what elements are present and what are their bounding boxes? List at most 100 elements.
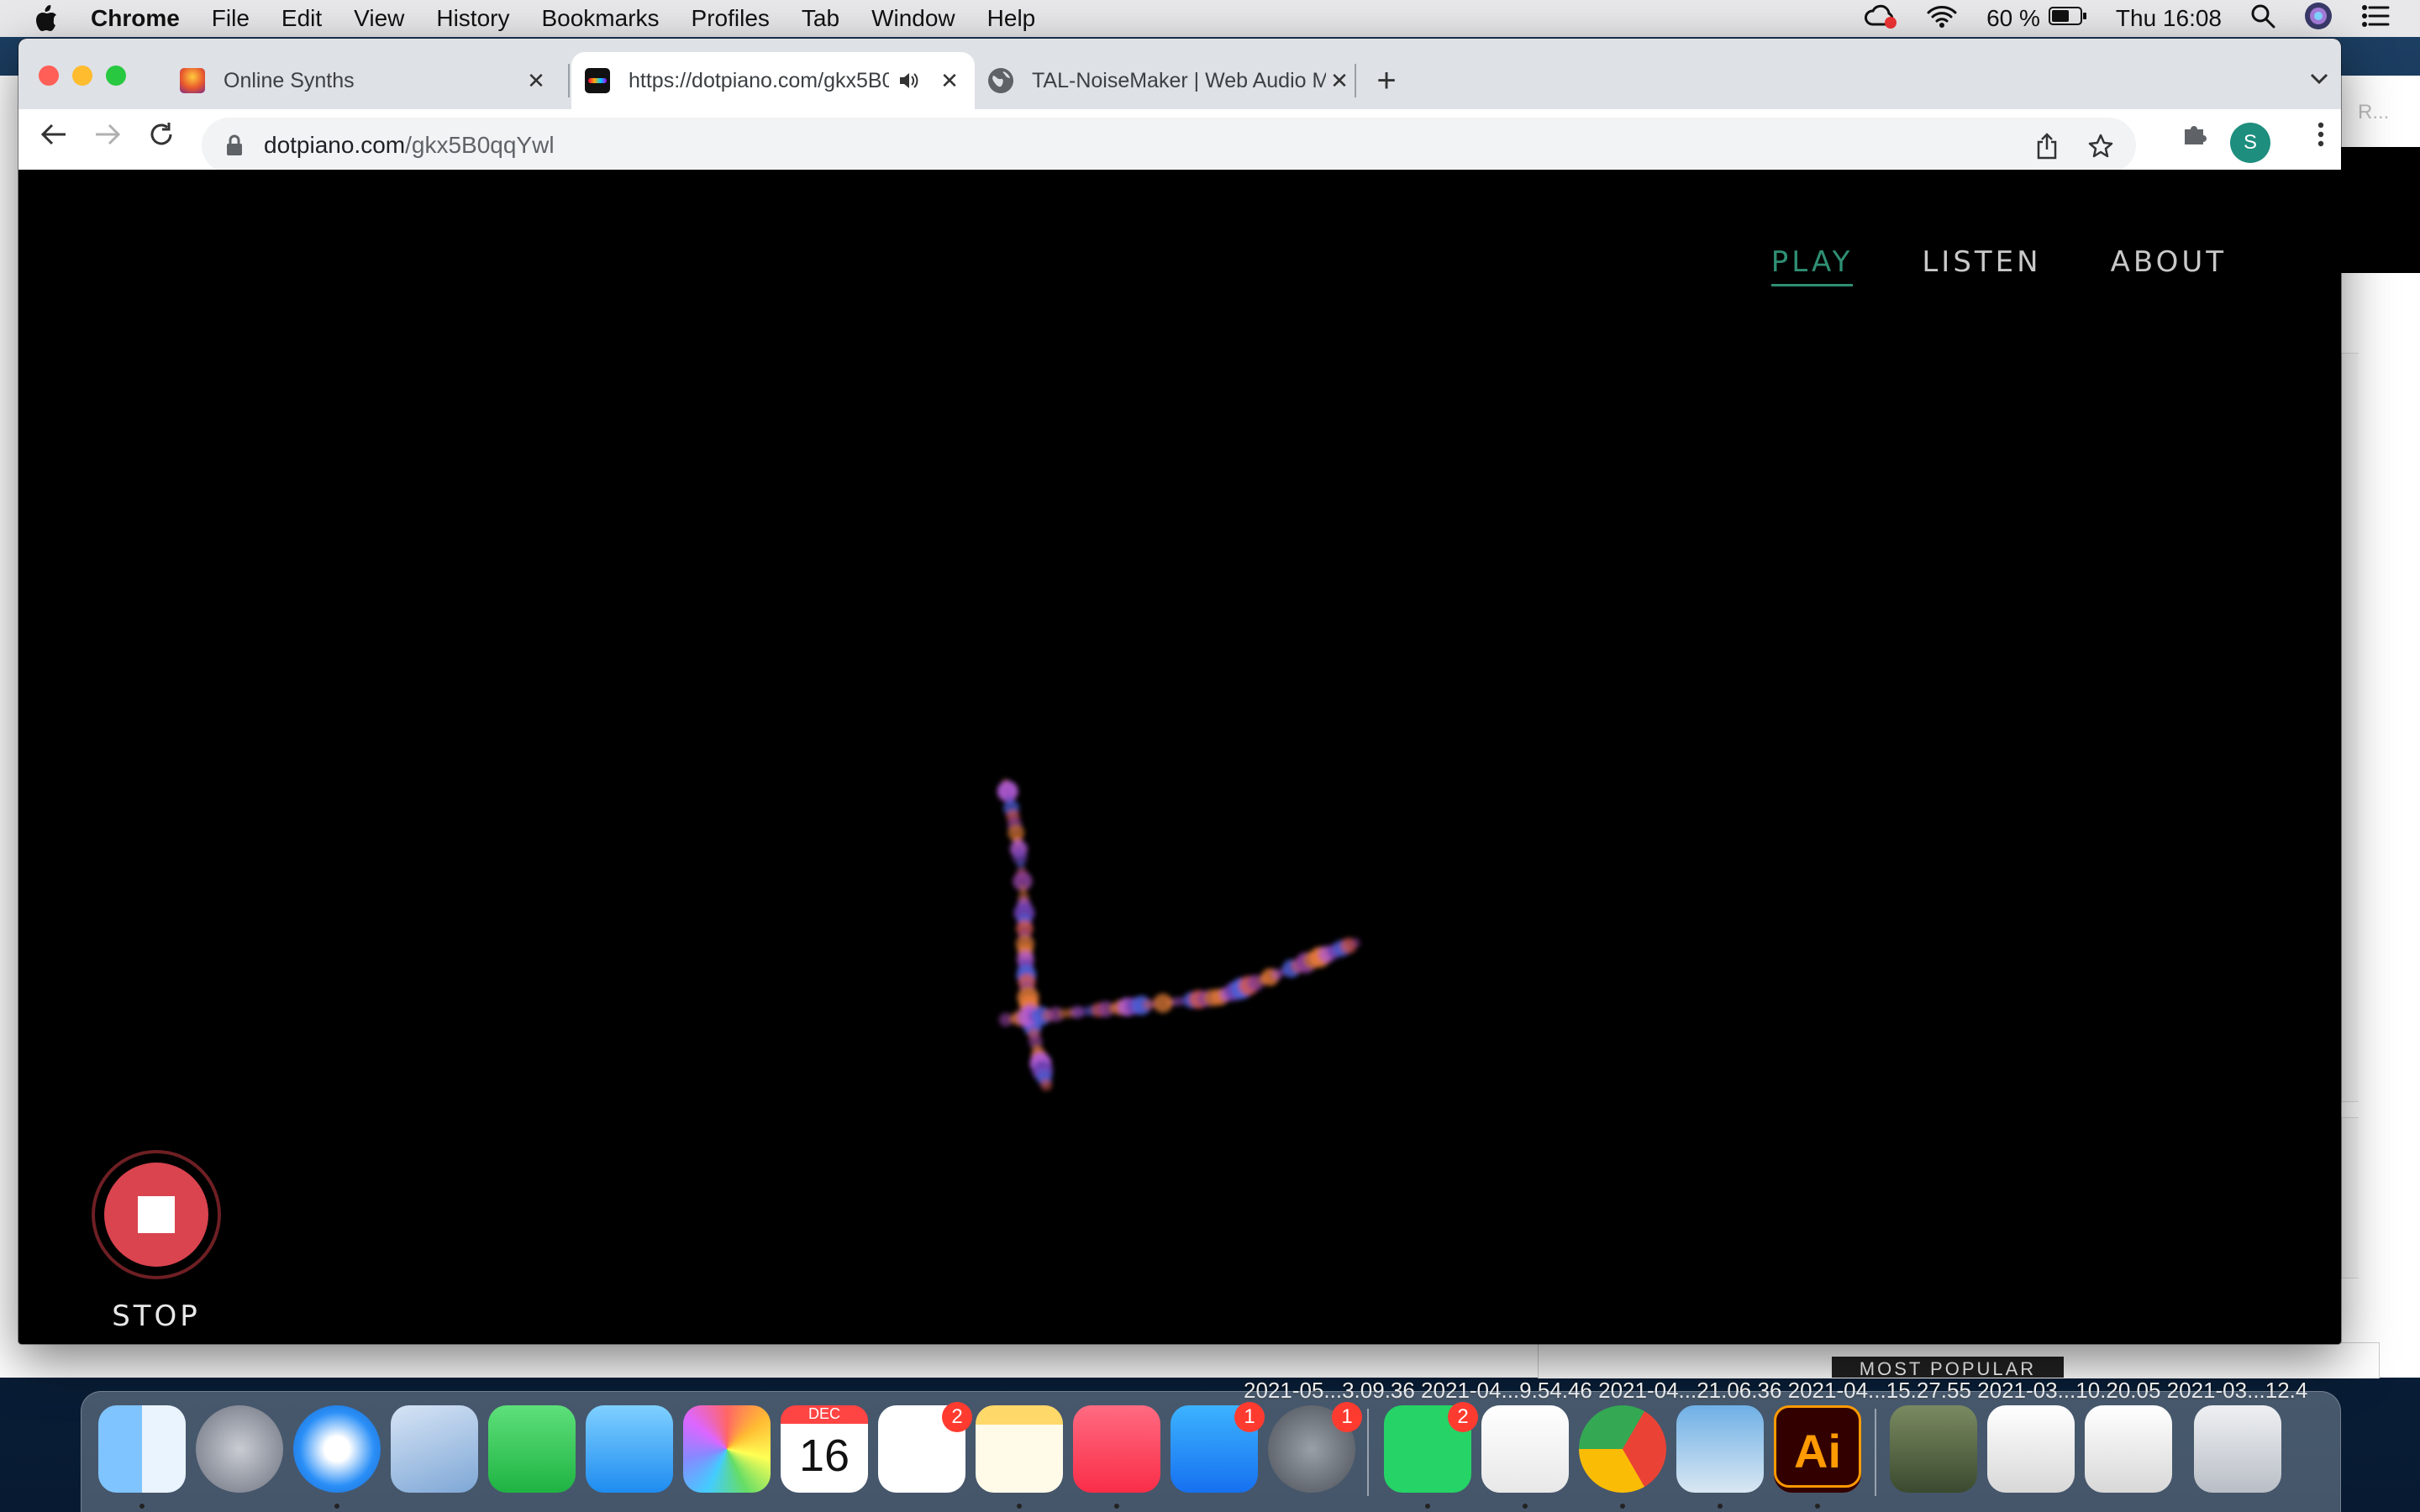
extensions-puzzle-icon[interactable] [2175, 114, 2215, 155]
close-tab-icon[interactable]: ✕ [936, 67, 963, 94]
dock-running-indicator [1718, 1504, 1723, 1509]
minimize-window-button[interactable] [72, 66, 92, 86]
background-window-panel [2341, 353, 2359, 1102]
dock-mail-icon[interactable] [391, 1405, 478, 1493]
tab-title: https://dotpiano.com/gkx5B0qqYwl [629, 68, 889, 92]
reload-button[interactable] [141, 114, 182, 155]
dock-running-indicator [1620, 1504, 1625, 1509]
tab-strip: Online Synths ✕ https://dotpiano.com/gkx… [18, 39, 2341, 109]
background-window-panel [2341, 1117, 2359, 1278]
close-tab-icon[interactable]: ✕ [1326, 67, 1353, 94]
profile-avatar[interactable]: S [2230, 123, 2270, 163]
background-window-tab[interactable]: R... [2358, 101, 2408, 131]
dock-whatsapp-icon[interactable]: 2 [1384, 1402, 1478, 1493]
tab-search-chevron-icon[interactable] [2302, 62, 2336, 96]
new-tab-button[interactable]: + [1368, 62, 1405, 99]
dock-running-indicator [1017, 1504, 1022, 1509]
menu-tab[interactable]: Tab [802, 5, 839, 32]
dock-badge: 1 [1332, 1402, 1362, 1432]
tab-tal-noisemaker[interactable]: TAL-NoiseMaker | Web Audio Mod ✕ [975, 52, 1365, 109]
dock-notes-icon[interactable] [976, 1405, 1063, 1493]
dock-running-indicator [1114, 1504, 1119, 1509]
dot-visualization[interactable] [18, 170, 2341, 1344]
forward-button[interactable] [87, 114, 128, 155]
menu-bar: Chrome File Edit View History Bookmarks … [0, 0, 2420, 37]
stop-button-fill [104, 1163, 208, 1267]
dock-music-icon[interactable] [1073, 1405, 1160, 1493]
dock-chrome-icon[interactable] [1579, 1405, 1666, 1493]
siri-icon[interactable] [2304, 2, 2333, 36]
dock-photos-icon[interactable] [683, 1405, 771, 1493]
bookmark-star-icon[interactable] [2084, 129, 2118, 163]
control-center-icon[interactable] [2361, 3, 2390, 34]
tab-separator [1355, 64, 1356, 97]
menu-window[interactable]: Window [871, 5, 955, 32]
dotpiano-favicon [585, 68, 610, 93]
dotpiano-page: PLAY LISTEN ABOUT STOP [18, 170, 2341, 1344]
tab-online-synths[interactable]: Online Synths ✕ [166, 52, 561, 109]
dock-launchpad-icon[interactable] [196, 1405, 283, 1493]
dock-badge: 2 [1448, 1402, 1478, 1432]
dock-finder-icon[interactable] [98, 1405, 186, 1493]
dock-running-indicator [1425, 1504, 1430, 1509]
back-button[interactable] [34, 114, 74, 155]
dock-illustrator-icon[interactable]: Ai [1774, 1405, 1861, 1493]
dock-trash-icon[interactable] [2194, 1405, 2281, 1493]
menu-bookmarks[interactable]: Bookmarks [541, 5, 659, 32]
dock-running-indicator [1523, 1504, 1528, 1509]
speaker-icon[interactable] [896, 67, 921, 94]
dock-document-stack-1-icon[interactable] [1987, 1405, 2075, 1493]
menu-help[interactable]: Help [987, 5, 1036, 32]
menu-profiles[interactable]: Profiles [692, 5, 770, 32]
menu-edit[interactable]: Edit [281, 5, 322, 32]
stop-button[interactable] [92, 1150, 221, 1279]
dock-calendar-icon[interactable]: DEC 16 [781, 1405, 868, 1493]
dock-separator [1875, 1409, 1876, 1496]
close-window-button[interactable] [39, 66, 59, 86]
spotlight-search-icon[interactable] [2250, 3, 2275, 34]
apple-icon[interactable] [32, 4, 60, 33]
battery-icon[interactable] [2048, 5, 2087, 32]
address-bar[interactable]: dotpiano.com/gkx5B0qqYwl [202, 118, 2136, 173]
wifi-icon[interactable] [1926, 3, 1958, 34]
share-icon[interactable] [2030, 129, 2064, 163]
dock-preview-icon[interactable] [1676, 1405, 1764, 1493]
menu-file[interactable]: File [212, 5, 250, 32]
most-popular-badge: MOST POPULAR [1832, 1357, 2064, 1378]
creative-cloud-icon[interactable] [1864, 3, 1897, 35]
dock-numbers-icon[interactable] [1481, 1405, 1569, 1493]
nav-about[interactable]: ABOUT [2111, 245, 2227, 286]
tab-separator [568, 64, 570, 97]
calendar-month: DEC [781, 1405, 868, 1424]
url-host: dotpiano.com [264, 132, 406, 158]
close-tab-icon[interactable]: ✕ [523, 67, 550, 94]
dock-running-indicator [1815, 1504, 1820, 1509]
globe-icon [988, 68, 1013, 93]
calendar-day: 16 [798, 1431, 850, 1481]
tab-title: TAL-NoiseMaker | Web Audio Mod [1032, 68, 1326, 92]
dock-downloads-stack-icon[interactable] [1890, 1405, 1977, 1493]
zoom-window-button[interactable] [106, 66, 126, 86]
site-navigation: PLAY LISTEN ABOUT [1702, 245, 2227, 286]
dock-safari-icon[interactable] [293, 1405, 381, 1493]
nav-play[interactable]: PLAY [1770, 245, 1854, 286]
tab-dotpiano[interactable]: https://dotpiano.com/gkx5B0qqYwl ✕ [571, 52, 975, 109]
address-url[interactable]: dotpiano.com/gkx5B0qqYwl [264, 132, 555, 159]
chrome-menu-icon[interactable] [2301, 114, 2341, 155]
menu-history[interactable]: History [436, 5, 509, 32]
battery-percentage: 60 % [1986, 5, 2040, 31]
lock-icon[interactable] [224, 133, 245, 158]
dock-running-indicator [139, 1504, 145, 1509]
menu-view[interactable]: View [354, 5, 404, 32]
tab-title: Online Synths [224, 68, 355, 92]
dock-document-stack-2-icon[interactable] [2085, 1405, 2172, 1493]
nav-listen[interactable]: LISTEN [1922, 245, 2041, 286]
dock-reminders-icon[interactable]: 2 [878, 1402, 972, 1493]
chrome-window: Online Synths ✕ https://dotpiano.com/gkx… [18, 39, 2341, 1344]
dock-system-preferences-icon[interactable]: 1 [1268, 1402, 1362, 1493]
menubar-clock[interactable]: Thu 16:08 [2116, 5, 2222, 32]
dock-app-store-icon[interactable]: 1 [1171, 1402, 1265, 1493]
menu-app-name[interactable]: Chrome [91, 5, 180, 32]
dock-facetime-icon[interactable] [488, 1405, 576, 1493]
dock-messages-icon[interactable] [586, 1405, 673, 1493]
